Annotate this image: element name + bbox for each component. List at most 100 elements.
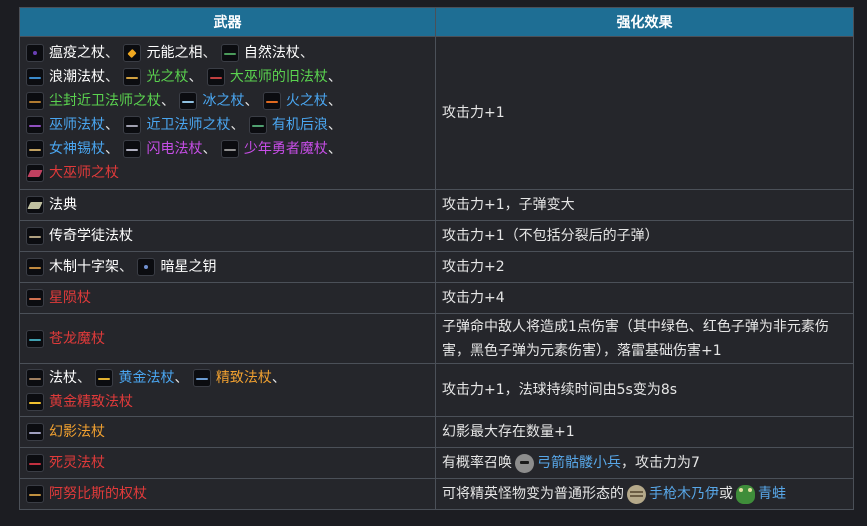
- table-header-row: 武器 强化效果: [19, 7, 854, 37]
- weapon-link[interactable]: 星陨杖: [49, 290, 91, 306]
- separator: 、: [161, 93, 175, 109]
- weapon-line: 尘封近卫法师之杖、 冰之杖、 火之杖、: [26, 89, 429, 113]
- table-row: 苍龙魔杖 子弹命中敌人将造成1点伤害（其中绿色、红色子弹为非元素伤害，黑色子弹为…: [19, 313, 854, 364]
- separator: 、: [327, 141, 342, 157]
- weapon-line: 黄金精致法杖: [26, 390, 429, 414]
- weapon-link[interactable]: 幻影法杖: [49, 424, 105, 440]
- table-row: 传奇学徒法杖 攻击力+1（不包括分裂后的子弹）: [19, 220, 854, 252]
- weapon-link[interactable]: 巫师法杖: [49, 117, 105, 133]
- weapon-link[interactable]: 暗星之钥: [160, 259, 216, 275]
- light-staff-icon: [123, 68, 142, 86]
- weapon-line: 瘟疫之杖、 元能之相、 自然法杖、: [26, 41, 429, 65]
- effect-text: ，攻击力为7: [621, 455, 700, 471]
- separator: 、: [299, 45, 314, 61]
- phantom-staff-icon: [26, 423, 44, 441]
- weapon-line: 浪潮法杖、 光之杖、 大巫师的旧法杖、: [26, 65, 429, 89]
- dusty-guard-mage-staff-icon: [26, 92, 44, 110]
- separator: 、: [202, 141, 217, 157]
- weapon-link[interactable]: 元能之相: [146, 45, 202, 61]
- upgrade-table: 武器 强化效果 瘟疫之杖、 元能之相、 自然法杖、 浪潮法杖、 光之杖、 大巫师…: [19, 7, 854, 510]
- weapon-link[interactable]: 传奇学徒法杖: [49, 228, 133, 244]
- effect-cell: 可将精英怪物变为普通形态的 手枪木乃伊或 青蛙: [435, 478, 854, 510]
- weapon-link[interactable]: 黄金精致法杖: [49, 394, 133, 410]
- plague-staff-icon: [26, 44, 44, 62]
- weapon-cell: 星陨杖: [19, 282, 436, 314]
- weapon-line: 巫师法杖、 近卫法师之杖、 有机后浪、: [26, 113, 429, 137]
- header-weapon: 武器: [19, 7, 436, 37]
- summon-link[interactable]: 弓箭骷髅小兵: [537, 455, 621, 471]
- weapon-link[interactable]: 大巫师之杖: [49, 165, 119, 181]
- weapon-link[interactable]: 苍龙魔杖: [49, 331, 105, 347]
- weapon-cell: 木制十字架、 暗星之钥: [19, 251, 436, 283]
- wooden-cross-icon: [26, 258, 44, 276]
- table-row: 幻影法杖 幻影最大存在数量+1: [19, 416, 854, 448]
- weapon-link[interactable]: 近卫法师之杖: [146, 117, 230, 133]
- weapon-cell: 死灵法杖: [19, 447, 436, 479]
- weapon-link[interactable]: 尘封近卫法师之杖: [49, 93, 161, 109]
- separator: 、: [327, 117, 342, 133]
- weapon-cell: 瘟疫之杖、 元能之相、 自然法杖、 浪潮法杖、 光之杖、 大巫师的旧法杖、 尘封…: [19, 36, 436, 190]
- wizard-staff-icon: [26, 116, 44, 134]
- weapon-link[interactable]: 有机后浪: [272, 117, 328, 133]
- mummy-link[interactable]: 手枪木乃伊: [649, 486, 719, 502]
- weapon-cell: 法杖、 黄金法杖、 精致法杖、 黄金精致法杖: [19, 363, 436, 417]
- effect-cell: 有概率召唤 弓箭骷髅小兵，攻击力为7: [435, 447, 854, 479]
- nature-staff-icon: [220, 44, 239, 62]
- effect-cell: 幻影最大存在数量+1: [435, 416, 854, 448]
- weapon-link[interactable]: 光之杖: [146, 69, 188, 85]
- effect-cell: 攻击力+1，法球持续时间由5s变为8s: [435, 363, 854, 417]
- weapon-link[interactable]: 木制十字架: [49, 259, 119, 275]
- guard-mage-staff-icon: [123, 116, 142, 134]
- weapon-cell: 苍龙魔杖: [19, 313, 436, 364]
- weapon-link[interactable]: 闪电法杖: [146, 141, 202, 157]
- separator: 、: [105, 141, 119, 157]
- weapon-link[interactable]: 浪潮法杖: [49, 69, 105, 85]
- effect-text: 攻击力+4: [442, 290, 505, 306]
- separator: 、: [105, 117, 119, 133]
- effect-text: 幻影最大存在数量+1: [442, 424, 575, 440]
- separator: 、: [77, 370, 91, 386]
- effect-text: 攻击力+2: [442, 259, 505, 275]
- weapon-link[interactable]: 黄金法杖: [118, 370, 174, 386]
- effect-text: 攻击力+1（不包括分裂后的子弹）: [442, 228, 659, 244]
- table-row: 死灵法杖 有概率召唤 弓箭骷髅小兵，攻击力为7: [19, 447, 854, 479]
- separator: 、: [230, 117, 245, 133]
- weapon-link[interactable]: 法杖: [49, 370, 77, 386]
- azure-dragon-wand-icon: [26, 329, 44, 348]
- weapon-link[interactable]: 火之杖: [286, 93, 328, 109]
- pistol-mummy-icon: [627, 484, 646, 504]
- weapon-line: 大巫师之杖: [26, 161, 429, 185]
- weapon-link[interactable]: 少年勇者魔杖: [244, 141, 328, 157]
- separator: 、: [188, 69, 203, 85]
- young-hero-wand-icon: [220, 140, 239, 158]
- weapon-link[interactable]: 女神锡杖: [49, 141, 105, 157]
- weapon-link[interactable]: 阿努比斯的权杖: [49, 486, 147, 502]
- weapon-link[interactable]: 自然法杖: [244, 45, 300, 61]
- anubis-scepter-icon: [26, 485, 44, 503]
- staff-icon: [26, 369, 44, 387]
- skeleton-archer-icon: [515, 453, 534, 473]
- effect-text: 有概率召唤: [442, 455, 512, 471]
- fine-staff-icon: [192, 369, 211, 387]
- codex-icon: [26, 196, 44, 214]
- separator: 、: [244, 93, 259, 109]
- fire-staff-icon: [262, 92, 281, 110]
- weapon-link[interactable]: 瘟疫之杖: [49, 45, 105, 61]
- frog-link[interactable]: 青蛙: [758, 486, 786, 502]
- separator: 、: [327, 69, 342, 85]
- table-row: 阿努比斯的权杖 可将精英怪物变为普通形态的 手枪木乃伊或 青蛙: [19, 478, 854, 510]
- weapon-link[interactable]: 精致法杖: [216, 370, 272, 386]
- effect-text: 攻击力+1: [442, 105, 505, 121]
- weapon-link[interactable]: 法典: [49, 197, 77, 213]
- effect-text: 攻击力+1，法球持续时间由5s变为8s: [442, 382, 678, 398]
- weapon-link[interactable]: 大巫师的旧法杖: [230, 69, 328, 85]
- separator: 、: [105, 69, 119, 85]
- weapon-link[interactable]: 死灵法杖: [49, 455, 105, 471]
- effect-text: 子弹命中敌人将造成1点伤害（其中绿色、红色子弹为非元素伤害，黑色子弹为元素伤害）…: [442, 318, 829, 359]
- legendary-apprentice-staff-icon: [26, 227, 44, 245]
- effect-cell: 攻击力+2: [435, 251, 854, 283]
- weapon-line: 女神锡杖、 闪电法杖、 少年勇者魔杖、: [26, 137, 429, 161]
- weapon-link[interactable]: 冰之杖: [202, 93, 244, 109]
- separator: 、: [327, 93, 342, 109]
- separator: 、: [119, 259, 133, 275]
